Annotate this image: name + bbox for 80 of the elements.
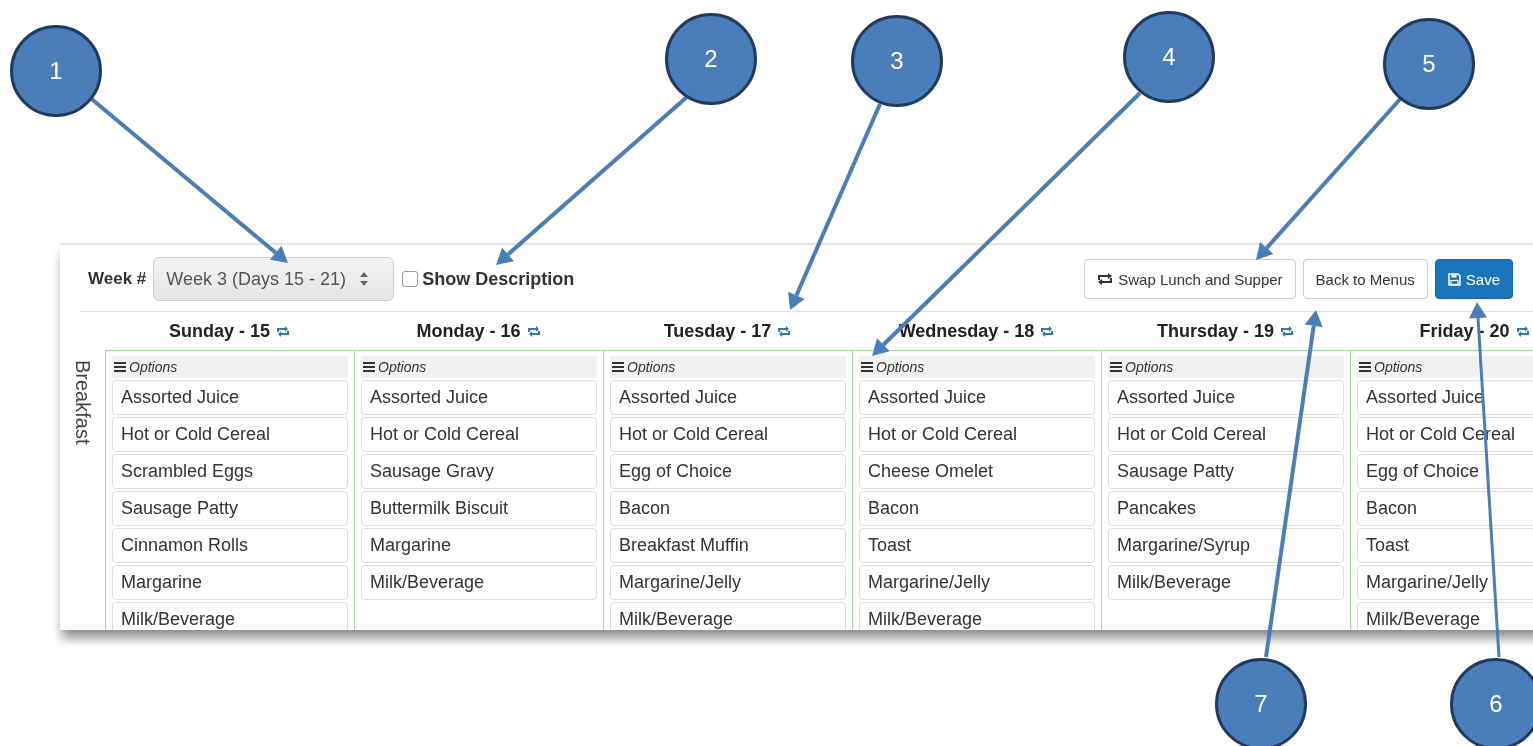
menu-item[interactable]: Margarine/Jelly xyxy=(859,565,1095,600)
menu-item[interactable]: Buttermilk Biscuit xyxy=(361,491,597,526)
callout-number: 3 xyxy=(851,15,943,107)
options-menu[interactable]: Options xyxy=(610,356,846,378)
menu-item[interactable]: Milk/Beverage xyxy=(361,565,597,600)
menu-item[interactable]: Assorted Juice xyxy=(610,380,846,415)
callout-number: 6 xyxy=(1450,658,1533,746)
menu-item[interactable]: Assorted Juice xyxy=(112,380,348,415)
menu-item[interactable]: Toast xyxy=(859,528,1095,563)
save-button[interactable]: Save xyxy=(1434,259,1513,299)
menu-item[interactable]: Assorted Juice xyxy=(361,380,597,415)
menu-icon xyxy=(363,362,375,372)
menu-icon xyxy=(1359,362,1371,372)
menu-item[interactable]: Breakfast Muffin xyxy=(610,528,846,563)
save-icon xyxy=(1447,272,1461,286)
options-menu[interactable]: Options xyxy=(859,356,1095,378)
options-menu[interactable]: Options xyxy=(1357,356,1533,378)
select-caret-icon xyxy=(360,272,369,286)
menu-item[interactable]: Cheese Omelet xyxy=(859,454,1095,489)
menu-item[interactable]: Hot or Cold Cereal xyxy=(610,417,846,452)
menu-item[interactable]: Toast xyxy=(1357,528,1533,563)
menu-item[interactable]: Milk/Beverage xyxy=(610,602,846,630)
callout-number: 7 xyxy=(1215,658,1307,746)
options-menu[interactable]: Options xyxy=(361,356,597,378)
meal-label: Breakfast xyxy=(71,360,94,445)
menu-item[interactable]: Milk/Beverage xyxy=(859,602,1095,630)
options-menu[interactable]: Options xyxy=(1108,356,1344,378)
sync-icon[interactable] xyxy=(1280,325,1294,337)
menu-item[interactable]: Scrambled Eggs xyxy=(112,454,348,489)
swap-button[interactable]: Swap Lunch and Supper xyxy=(1084,259,1296,299)
menu-item[interactable]: Margarine xyxy=(361,528,597,563)
menu-icon xyxy=(612,362,624,372)
menu-item[interactable]: Assorted Juice xyxy=(1357,380,1533,415)
day-heading: Thursday - 19 xyxy=(1156,320,1274,342)
menu-item[interactable]: Margarine/Jelly xyxy=(1357,565,1533,600)
menu-item[interactable]: Milk/Beverage xyxy=(112,602,348,630)
menu-item[interactable]: Sausage Patty xyxy=(112,491,348,526)
week-label: Week # xyxy=(88,269,147,289)
checkbox-label[interactable]: Show Description xyxy=(422,268,575,290)
day-heading: Monday - 16 xyxy=(416,320,521,342)
menu-item[interactable]: Hot or Cold Cereal xyxy=(1108,417,1344,452)
menu-item[interactable]: Margarine/Syrup xyxy=(1108,528,1344,563)
day-heading: Wednesday - 18 xyxy=(898,320,1035,342)
menu-item[interactable]: Bacon xyxy=(859,491,1095,526)
menu-item[interactable]: Margarine xyxy=(112,565,348,600)
callout-number: 4 xyxy=(1123,11,1215,103)
menu-item[interactable]: Sausage Patty xyxy=(1108,454,1344,489)
sync-icon[interactable] xyxy=(276,325,290,337)
menu-icon xyxy=(1110,362,1122,372)
menu-item[interactable]: Hot or Cold Cereal xyxy=(859,417,1095,452)
week-select[interactable]: Week 3 (Days 15 - 21) xyxy=(153,257,395,301)
options-menu[interactable]: Options xyxy=(112,356,348,378)
menu-item[interactable]: Milk/Beverage xyxy=(1357,602,1533,630)
day-heading: Tuesday - 17 xyxy=(663,320,772,342)
sync-icon[interactable] xyxy=(1515,325,1530,337)
menu-icon xyxy=(114,362,126,372)
menu-item[interactable]: Assorted Juice xyxy=(859,380,1095,415)
menu-item[interactable]: Margarine/Jelly xyxy=(610,565,846,600)
callout-number: 5 xyxy=(1383,18,1475,110)
checkbox[interactable] xyxy=(402,271,419,287)
sync-icon[interactable] xyxy=(526,325,541,337)
menu-item[interactable]: Milk/Beverage xyxy=(1108,565,1344,600)
swap-icon xyxy=(1097,273,1114,285)
day-heading: Sunday - 15 xyxy=(169,320,270,342)
sync-icon[interactable] xyxy=(1040,325,1055,337)
callout-number: 2 xyxy=(665,13,757,105)
menu-item[interactable]: Bacon xyxy=(610,491,846,526)
sync-icon[interactable] xyxy=(777,325,792,337)
menu-item[interactable]: Sausage Gravy xyxy=(361,454,597,489)
menu-item[interactable]: Cinnamon Rolls xyxy=(112,528,348,563)
menu-item[interactable]: Bacon xyxy=(1357,491,1533,526)
menu-icon xyxy=(861,362,873,372)
callout-number: 1 xyxy=(10,25,102,117)
menu-item[interactable]: Hot or Cold Cereal xyxy=(361,417,597,452)
menu-item[interactable]: Assorted Juice xyxy=(1108,380,1344,415)
menu-item[interactable]: Pancakes xyxy=(1108,491,1344,526)
menu-item[interactable]: Egg of Choice xyxy=(1357,454,1533,489)
back-button[interactable]: Back to Menus xyxy=(1302,259,1428,299)
menu-item[interactable]: Egg of Choice xyxy=(610,454,846,489)
menu-item[interactable]: Hot or Cold Cereal xyxy=(112,417,348,452)
